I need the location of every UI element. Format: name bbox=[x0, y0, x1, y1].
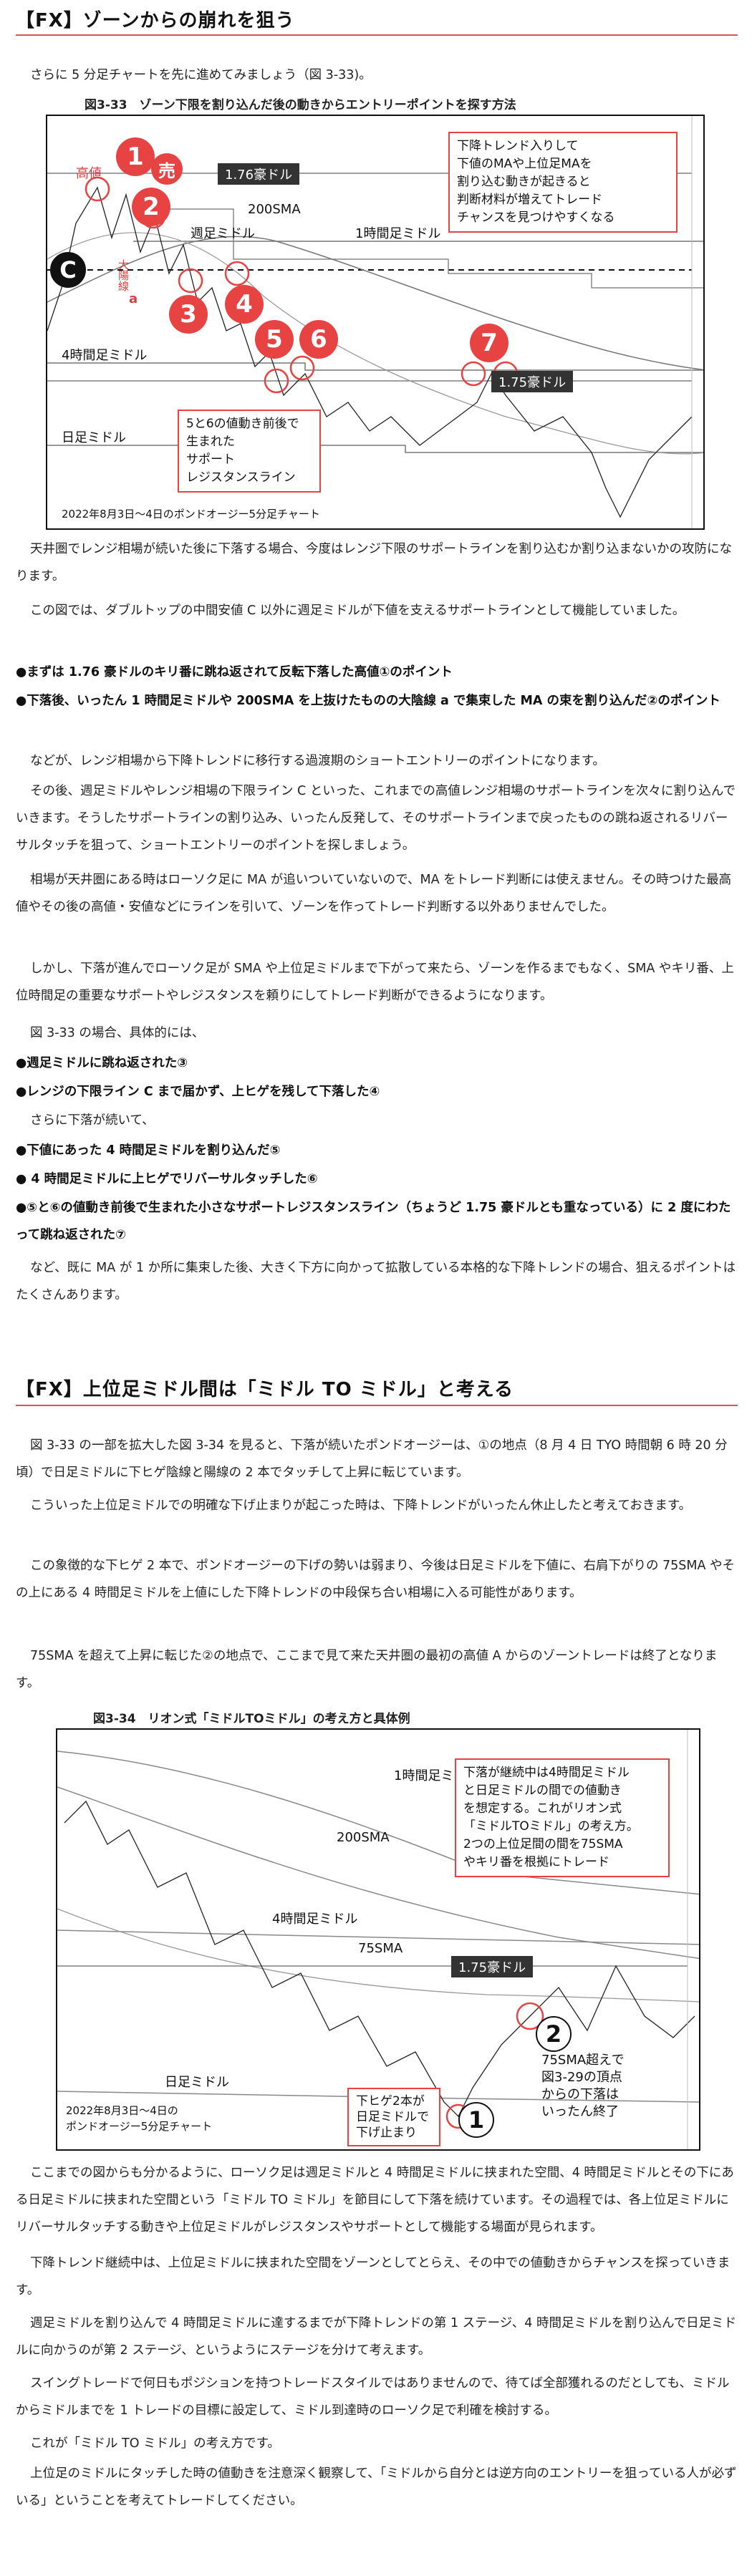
marker-1-34: 1 bbox=[458, 2102, 494, 2138]
marker-6: 6 bbox=[299, 320, 338, 359]
label-c: C bbox=[50, 252, 86, 288]
caption-34-line1: 2022年8月3日～4日の bbox=[66, 2104, 178, 2117]
s2-para-9: これが「ミドル TO ミドル」の考え方です。 bbox=[30, 2436, 280, 2451]
section2-rule bbox=[16, 1405, 738, 1406]
s2-para-5: ここまでの図からも分かるように、ローソク足は週足ミドルと 4 時間足ミドルに挟ま… bbox=[16, 2166, 734, 2234]
label-sma200: 200SMA bbox=[248, 202, 301, 217]
section1-rule bbox=[16, 34, 738, 36]
s1-bullet-1: ●まずは 1.76 豪ドルのキリ番に跳ね返されて反転下落した高値①のポイント bbox=[16, 665, 453, 679]
section1-heading: 【FX】ゾーンからの崩れを狙う bbox=[16, 10, 295, 32]
caption-34-line2: ポンドオージー5分足チャート bbox=[66, 2120, 213, 2133]
chart-3-33-caption: 2022年8月3日～4日のポンドオージー5分足チャート bbox=[62, 508, 320, 520]
label-4h-34: 4時間足ミドル bbox=[272, 1912, 358, 1927]
s2-para-10: 上位足のミドルにタッチした時の値動きを注意深く観察して、「ミドルから自分とは逆方… bbox=[16, 2466, 737, 2508]
marker-1: 1 bbox=[116, 137, 155, 176]
badge-sell: 売 bbox=[151, 153, 183, 185]
s1-bullet-7: ●⑤と⑥の値動き前後で生まれた小さなサポートレジスタンスライン（ちょうど 1.7… bbox=[16, 1201, 731, 1242]
s1-para-7: 図 3-33 の場合、具体的には、 bbox=[30, 1026, 205, 1040]
label-a: a bbox=[129, 291, 138, 306]
note-box-3-34: 下落が継続中は4時間足ミドル と日足ミドルの間での値動き を想定する。これがリオ… bbox=[455, 1758, 670, 1877]
marker-7: 7 bbox=[470, 324, 508, 362]
s1-para-1: 天井圏でレンジ相場が続いた後に下落する場合、今度はレンジ下限のサポートラインを割… bbox=[16, 542, 732, 584]
s2-para-7: 週足ミドルを割り込んで 4 時間足ミドルに達するまでが下降トレンドの第 1 ステ… bbox=[16, 2316, 737, 2358]
page: 【FX】ゾーンからの崩れを狙う さらに 5 分足チャートを先に進めてみましょう（… bbox=[0, 0, 752, 2576]
s1-para-6: しかし、下落が進んでローソク足が SMA や上位足ミドルまで下がって来たら、ゾー… bbox=[16, 962, 734, 1003]
s1-bullet-3: ●週足ミドルに跳ね返された③ bbox=[16, 1056, 188, 1070]
circle-4 bbox=[224, 261, 250, 286]
note-small-2: 75SMA超えで 図3-29の頂点 からの下落は いったん終了 bbox=[541, 2053, 625, 2119]
daily-middle-line bbox=[47, 445, 703, 453]
label-sma75-34: 75SMA bbox=[358, 1941, 403, 1956]
s1-bullet-5: ●下値にあった 4 時間足ミドルを割り込んだ⑤ bbox=[16, 1143, 281, 1158]
chart-3-34: 1時間足ミドル 200SMA 4時間足ミドル 75SMA 1.75豪ドル 日足ミ… bbox=[56, 1728, 700, 2151]
s1-para-2: この図では、ダブルトップの中間安値 C 以外に週足ミドルが下値を支えるサポートラ… bbox=[30, 604, 685, 618]
sma75-curve bbox=[47, 232, 703, 455]
s2-para-4: 75SMA を超えて上昇に転じた②の地点で、ここまで見て来た天井圏の最初の高値 … bbox=[16, 1649, 718, 1690]
circle-7a bbox=[461, 361, 486, 387]
price-tag-175: 1.75豪ドル bbox=[491, 371, 574, 392]
note-small-1: 下ヒゲ2本が 日足ミドルで 下げ止まり bbox=[347, 2088, 440, 2146]
label-big-yosen: 大陽線 bbox=[117, 259, 130, 291]
figure-3-34-title: 図3-34 リオン式「ミドルTOミドル」の考え方と具体例 bbox=[93, 1712, 410, 1726]
marker-2-34: 2 bbox=[536, 2016, 572, 2052]
s1-bullet-4: ●レンジの下限ライン C まで届かず、上ヒゲを残して下落した④ bbox=[16, 1085, 380, 1099]
note-box-support-line: 5と6の値動き前後で 生まれた サポート レジスタンスライン bbox=[178, 410, 321, 493]
section2-heading: 【FX】上位足ミドル間は「ミドル TO ミドル」と考える bbox=[16, 1379, 514, 1400]
s1-para-8: さらに下落が続いて、 bbox=[30, 1113, 155, 1128]
note-box-3-33: 下降トレンド入りして 下値のMAや上位足MAを 割り込む動きが起きると 判断材料… bbox=[448, 132, 678, 233]
4h-middle-line bbox=[47, 362, 703, 371]
marker-2: 2 bbox=[132, 188, 170, 226]
s2-para-6: 下降トレンド継続中は、上位足ミドルに挟まれた空間をゾーンとしてとらえ、その中での… bbox=[16, 2256, 731, 2297]
s1-para-9: など、既に MA が 1 か所に集束した後、大きく下方に向かって拡散している本格… bbox=[16, 1261, 736, 1302]
marker-4: 4 bbox=[225, 285, 264, 324]
s1-para-4: その後、週足ミドルやレンジ相場の下限ライン C といった、これまでの高値レンジ相… bbox=[16, 784, 736, 853]
price-tag-175-34: 1.75豪ドル bbox=[451, 1956, 534, 1977]
label-high: 高値 bbox=[76, 166, 102, 181]
s2-para-1: 図 3-33 の一部を拡大した図 3-34 を見ると、下落が続いたポンドオージー… bbox=[16, 1438, 728, 1480]
s2-para-8: スイングトレードで何日もポジションを持つトレードスタイルではありませんので、待て… bbox=[16, 2376, 730, 2418]
label-4h-middle: 4時間足ミドル bbox=[62, 348, 148, 363]
figure-3-33-title: 図3-33 ゾーン下限を割り込んだ後の動きからエントリーポイントを探す方法 bbox=[85, 98, 516, 112]
intro-text: さらに 5 分足チャートを先に進めてみましょう（図 3-33)。 bbox=[30, 68, 372, 82]
s1-para-5: 相場が天井圏にある時はローソク足に MA が追いついていないので、MA をトレー… bbox=[16, 873, 732, 914]
section1-intro: さらに 5 分足チャートを先に進めてみましょう（図 3-33)。 bbox=[16, 62, 738, 89]
price-tag-176: 1.76豪ドル bbox=[218, 163, 300, 185]
s1-bullet-2: ●下落後、いったん 1 時間足ミドルや 200SMA を上抜けたものの大陰線 a… bbox=[16, 694, 720, 708]
s2-para-3: この象徴的な下ヒゲ 2 本で、ポンドオージーの下げの勢いは弱まり、今後は日足ミド… bbox=[16, 1559, 736, 1600]
label-weekly-middle: 週足ミドル bbox=[191, 226, 255, 241]
chart-3-33: 1.76豪ドル 1.75豪ドル 高値 売 200SMA 週足ミドル 1時間足ミド… bbox=[46, 115, 705, 530]
label-daily-34: 日足ミドル bbox=[165, 2075, 229, 2090]
s1-bullet-6: ● 4 時間足ミドルに上ヒゲでリバーサルタッチした⑥ bbox=[16, 1172, 318, 1186]
label-hourly-middle: 1時間足ミドル bbox=[355, 226, 441, 241]
label-sma200-34: 200SMA bbox=[337, 1830, 390, 1845]
marker-5: 5 bbox=[255, 320, 294, 359]
s1-para-3: などが、レンジ相場から下降トレンドに移行する過渡期のショートエントリーのポイント… bbox=[30, 754, 605, 768]
s2-para-2: こういった上位足ミドルでの明確な下げ止まりが起こった時は、下降トレンドがいったん… bbox=[30, 1498, 692, 1513]
label-daily-middle: 日足ミドル bbox=[62, 430, 126, 445]
marker-3: 3 bbox=[169, 295, 208, 334]
